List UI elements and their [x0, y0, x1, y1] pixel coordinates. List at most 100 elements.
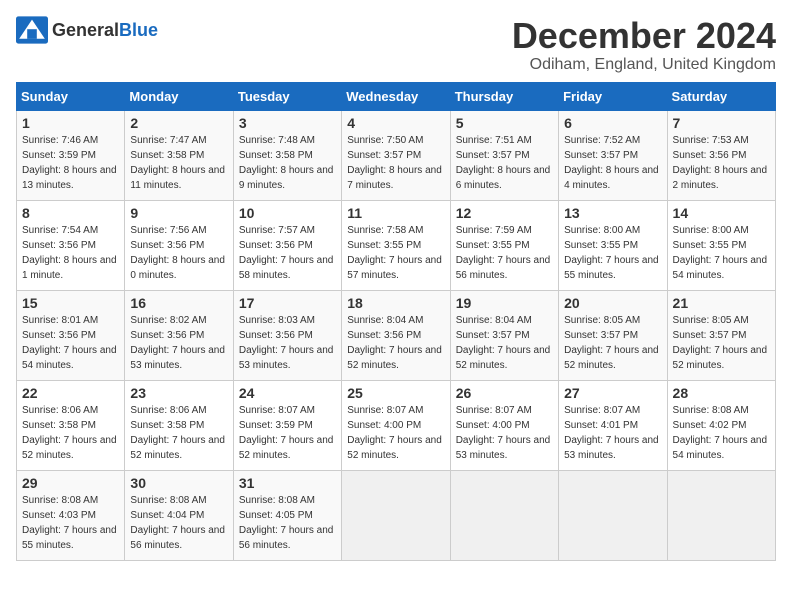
day-number: 11 — [347, 205, 444, 221]
day-info: Sunrise: 7:51 AMSunset: 3:57 PMDaylight:… — [456, 133, 553, 193]
calendar-day-cell: 26 Sunrise: 8:07 AMSunset: 4:00 PMDayligh… — [450, 380, 558, 470]
calendar-day-cell: 3 Sunrise: 7:48 AMSunset: 3:58 PMDaylight… — [233, 110, 341, 200]
calendar-day-cell: 5 Sunrise: 7:51 AMSunset: 3:57 PMDaylight… — [450, 110, 558, 200]
calendar-week-row: 8Sunrise: 7:54 AMSunset: 3:56 PMDaylight… — [17, 200, 776, 290]
logo: GeneralBlue — [16, 16, 158, 44]
day-number: 21 — [673, 295, 770, 311]
calendar-day-cell — [450, 470, 558, 560]
calendar-day-cell: 13 Sunrise: 8:00 AMSunset: 3:55 PMDayligh… — [559, 200, 667, 290]
calendar-day-cell: 9 Sunrise: 7:56 AMSunset: 3:56 PMDaylight… — [125, 200, 233, 290]
calendar-day-cell: 22Sunrise: 8:06 AMSunset: 3:58 PMDayligh… — [17, 380, 125, 470]
day-number: 6 — [564, 115, 661, 131]
logo-blue-text: Blue — [119, 20, 158, 40]
calendar-day-cell: 25 Sunrise: 8:07 AMSunset: 4:00 PMDayligh… — [342, 380, 450, 470]
day-info: Sunrise: 8:00 AMSunset: 3:55 PMDaylight:… — [673, 223, 770, 283]
day-info: Sunrise: 7:54 AMSunset: 3:56 PMDaylight:… — [22, 223, 119, 283]
day-number: 2 — [130, 115, 227, 131]
day-of-week-header: Saturday — [667, 82, 775, 110]
day-number: 25 — [347, 385, 444, 401]
day-number: 31 — [239, 475, 336, 491]
calendar-day-cell: 19 Sunrise: 8:04 AMSunset: 3:57 PMDayligh… — [450, 290, 558, 380]
day-number: 28 — [673, 385, 770, 401]
day-number: 10 — [239, 205, 336, 221]
calendar-day-cell: 14 Sunrise: 8:00 AMSunset: 3:55 PMDayligh… — [667, 200, 775, 290]
day-of-week-header: Thursday — [450, 82, 558, 110]
day-info: Sunrise: 8:08 AMSunset: 4:04 PMDaylight:… — [130, 493, 227, 553]
day-number: 1 — [22, 115, 119, 131]
calendar-week-row: 1Sunrise: 7:46 AMSunset: 3:59 PMDaylight… — [17, 110, 776, 200]
calendar-day-cell — [559, 470, 667, 560]
day-of-week-header: Tuesday — [233, 82, 341, 110]
page-header: GeneralBlue December 2024 Odiham, Englan… — [16, 16, 776, 74]
day-info: Sunrise: 8:06 AMSunset: 3:58 PMDaylight:… — [130, 403, 227, 463]
day-info: Sunrise: 8:07 AMSunset: 4:01 PMDaylight:… — [564, 403, 661, 463]
calendar-day-cell: 7Sunrise: 7:53 AMSunset: 3:56 PMDaylight… — [667, 110, 775, 200]
calendar-day-cell: 12Sunrise: 7:59 AMSunset: 3:55 PMDayligh… — [450, 200, 558, 290]
calendar-day-cell: 21Sunrise: 8:05 AMSunset: 3:57 PMDayligh… — [667, 290, 775, 380]
calendar-day-cell: 31Sunrise: 8:08 AMSunset: 4:05 PMDayligh… — [233, 470, 341, 560]
location-title: Odiham, England, United Kingdom — [512, 56, 776, 74]
calendar-day-cell: 27 Sunrise: 8:07 AMSunset: 4:01 PMDayligh… — [559, 380, 667, 470]
day-number: 30 — [130, 475, 227, 491]
calendar-week-row: 29Sunrise: 8:08 AMSunset: 4:03 PMDayligh… — [17, 470, 776, 560]
calendar-day-cell: 24 Sunrise: 8:07 AMSunset: 3:59 PMDayligh… — [233, 380, 341, 470]
day-info: Sunrise: 8:04 AMSunset: 3:56 PMDaylight:… — [347, 313, 444, 373]
day-info: Sunrise: 7:57 AMSunset: 3:56 PMDaylight:… — [239, 223, 336, 283]
calendar-day-cell: 1Sunrise: 7:46 AMSunset: 3:59 PMDaylight… — [17, 110, 125, 200]
day-number: 27 — [564, 385, 661, 401]
month-title: December 2024 — [512, 16, 776, 56]
day-number: 4 — [347, 115, 444, 131]
calendar-day-cell: 15 Sunrise: 8:01 AMSunset: 3:56 PMDayligh… — [17, 290, 125, 380]
calendar-day-cell: 17Sunrise: 8:03 AMSunset: 3:56 PMDayligh… — [233, 290, 341, 380]
day-of-week-header: Sunday — [17, 82, 125, 110]
calendar-day-cell — [667, 470, 775, 560]
calendar-day-cell: 18Sunrise: 8:04 AMSunset: 3:56 PMDayligh… — [342, 290, 450, 380]
day-number: 14 — [673, 205, 770, 221]
day-info: Sunrise: 8:03 AMSunset: 3:56 PMDaylight:… — [239, 313, 336, 373]
logo-icon — [16, 16, 48, 44]
day-info: Sunrise: 8:07 AMSunset: 4:00 PMDaylight:… — [456, 403, 553, 463]
day-info: Sunrise: 7:52 AMSunset: 3:57 PMDaylight:… — [564, 133, 661, 193]
day-number: 19 — [456, 295, 553, 311]
day-number: 12 — [456, 205, 553, 221]
day-number: 29 — [22, 475, 119, 491]
day-number: 20 — [564, 295, 661, 311]
calendar-body: 1Sunrise: 7:46 AMSunset: 3:59 PMDaylight… — [17, 110, 776, 560]
day-number: 22 — [22, 385, 119, 401]
calendar-table: SundayMondayTuesdayWednesdayThursdayFrid… — [16, 82, 776, 561]
day-number: 23 — [130, 385, 227, 401]
day-info: Sunrise: 7:48 AMSunset: 3:58 PMDaylight:… — [239, 133, 336, 193]
calendar-day-cell: 16Sunrise: 8:02 AMSunset: 3:56 PMDayligh… — [125, 290, 233, 380]
calendar-day-cell: 28Sunrise: 8:08 AMSunset: 4:02 PMDayligh… — [667, 380, 775, 470]
day-of-week-header: Wednesday — [342, 82, 450, 110]
calendar-week-row: 22 Sunrise: 8:06 AMSunset: 3:58 PMDayligh… — [17, 380, 776, 470]
day-number: 24 — [239, 385, 336, 401]
day-info: Sunrise: 7:56 AMSunset: 3:56 PMDaylight:… — [130, 223, 227, 283]
calendar-day-cell: 20Sunrise: 8:05 AMSunset: 3:57 PMDayligh… — [559, 290, 667, 380]
day-number: 26 — [456, 385, 553, 401]
day-info: Sunrise: 8:00 AMSunset: 3:55 PMDaylight:… — [564, 223, 661, 283]
day-info: Sunrise: 8:07 AMSunset: 3:59 PMDaylight:… — [239, 403, 336, 463]
day-number: 9 — [130, 205, 227, 221]
day-number: 15 — [22, 295, 119, 311]
day-number: 5 — [456, 115, 553, 131]
day-of-week-header: Friday — [559, 82, 667, 110]
calendar-day-cell: 23 Sunrise: 8:06 AMSunset: 3:58 PMDayligh… — [125, 380, 233, 470]
day-of-week-header: Monday — [125, 82, 233, 110]
day-info: Sunrise: 8:07 AMSunset: 4:00 PMDaylight:… — [347, 403, 444, 463]
day-info: Sunrise: 8:01 AMSunset: 3:56 PMDaylight:… — [22, 313, 119, 373]
calendar-day-cell: 4 Sunrise: 7:50 AMSunset: 3:57 PMDaylight… — [342, 110, 450, 200]
day-number: 13 — [564, 205, 661, 221]
day-info: Sunrise: 7:50 AMSunset: 3:57 PMDaylight:… — [347, 133, 444, 193]
calendar-day-cell: 10 Sunrise: 7:57 AMSunset: 3:56 PMDayligh… — [233, 200, 341, 290]
day-info: Sunrise: 7:47 AMSunset: 3:58 PMDaylight:… — [130, 133, 227, 193]
day-info: Sunrise: 8:04 AMSunset: 3:57 PMDaylight:… — [456, 313, 553, 373]
calendar-day-cell: 8Sunrise: 7:54 AMSunset: 3:56 PMDaylight… — [17, 200, 125, 290]
day-info: Sunrise: 7:58 AMSunset: 3:55 PMDaylight:… — [347, 223, 444, 283]
logo-general-text: General — [52, 20, 119, 40]
calendar-day-cell: 6 Sunrise: 7:52 AMSunset: 3:57 PMDaylight… — [559, 110, 667, 200]
day-info: Sunrise: 8:02 AMSunset: 3:56 PMDaylight:… — [130, 313, 227, 373]
calendar-day-cell: 11 Sunrise: 7:58 AMSunset: 3:55 PMDayligh… — [342, 200, 450, 290]
calendar-header-row: SundayMondayTuesdayWednesdayThursdayFrid… — [17, 82, 776, 110]
day-number: 3 — [239, 115, 336, 131]
